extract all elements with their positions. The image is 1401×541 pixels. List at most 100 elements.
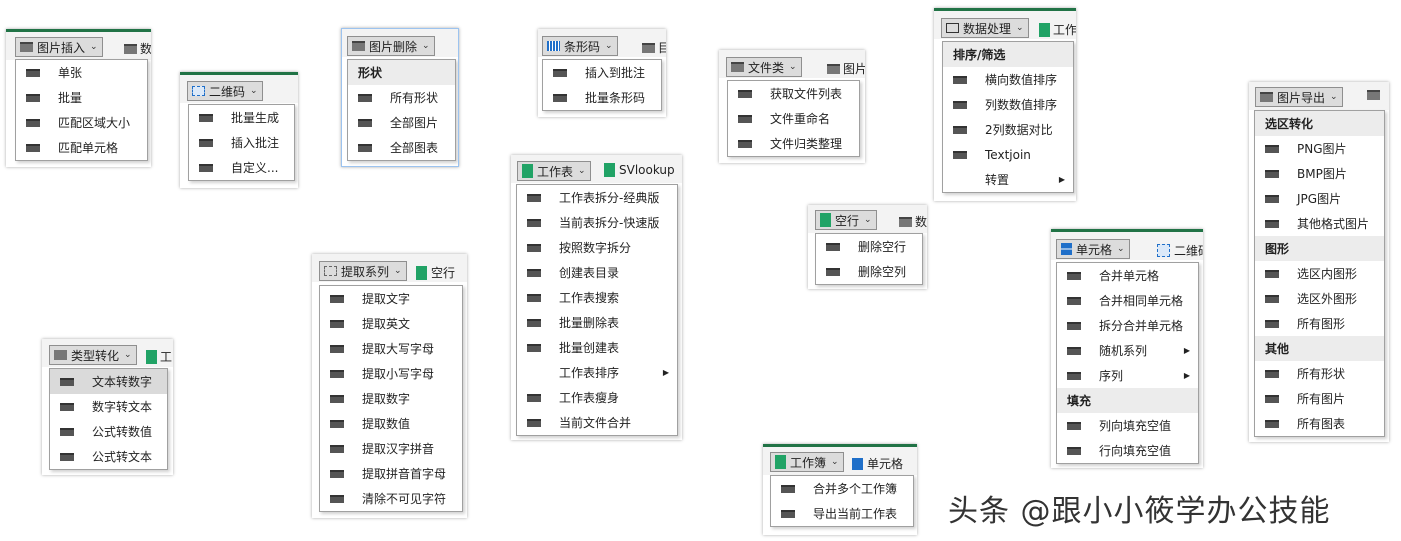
menu-item[interactable]: 所有图表	[1255, 411, 1384, 436]
chevron-down-icon: ⌄	[250, 86, 258, 96]
qrcode-button[interactable]: 二维码 ⌄	[187, 81, 263, 101]
menu-item[interactable]: 提取拼音首字母	[320, 461, 462, 486]
menu-item[interactable]: 创建表目录	[517, 260, 677, 285]
menu-item[interactable]: 提取小写字母	[320, 361, 462, 386]
menu-item[interactable]: 行向填充空值	[1057, 438, 1198, 463]
picture-export-button[interactable]: 图片导出 ⌄	[1255, 87, 1343, 107]
type-convert-panel: 类型转化 ⌄ 工 文本转数字 数字转文本 公式转数值 公式转文本	[42, 339, 173, 475]
menu-item[interactable]: 自定义...	[189, 155, 294, 180]
menu-item[interactable]: 清除不可见字符	[320, 486, 462, 511]
data-process-button[interactable]: 数据处理 ⌄	[941, 18, 1029, 38]
menu-item[interactable]: 批量创建表	[517, 335, 677, 360]
menu-item[interactable]: 工作表瘦身	[517, 385, 677, 410]
menu-item[interactable]: 提取英文	[320, 311, 462, 336]
barcode-menu: 插入到批注 批量条形码	[542, 59, 662, 111]
menu-item[interactable]: 数字转文本	[50, 394, 167, 419]
menu-item[interactable]: 提取数字	[320, 386, 462, 411]
menu-item[interactable]: 2列数据对比	[943, 117, 1073, 142]
menu-item[interactable]: 公式转数值	[50, 419, 167, 444]
workbook-button[interactable]: 工作簿 ⌄	[770, 452, 844, 472]
menu-item[interactable]: 所有形状	[1255, 361, 1384, 386]
menu-item[interactable]: 当前文件合并	[517, 410, 677, 435]
menu-item[interactable]: 列数数值排序	[943, 92, 1073, 117]
menu-item[interactable]: 批量	[16, 85, 147, 110]
menu-icon	[527, 343, 541, 352]
menu-item-submenu[interactable]: 工作表排序 ▶	[517, 360, 677, 385]
menu-item[interactable]: 全部图表	[348, 135, 455, 160]
cell-button[interactable]: 单元格 ⌄	[1056, 239, 1130, 259]
menu-item[interactable]: 匹配单元格	[16, 135, 147, 160]
menu-item[interactable]: 文本转数字	[50, 369, 167, 394]
menu-item[interactable]: 提取数值	[320, 411, 462, 436]
menu-item[interactable]: 插入批注	[189, 130, 294, 155]
menu-item-submenu[interactable]: 转置 ▶	[943, 167, 1073, 192]
picture-delete-panel: 图片删除 ⌄ 形状 所有形状 全部图片 全部图表	[341, 28, 459, 167]
menu-item[interactable]: BMP图片	[1255, 161, 1384, 186]
menu-item[interactable]: PNG图片	[1255, 136, 1384, 161]
menu-item[interactable]: 删除空列	[816, 259, 922, 284]
picture-insert-menu: 单张 批量 匹配区域大小 匹配单元格	[15, 59, 148, 161]
menu-item[interactable]: 工作表拆分-经典版	[517, 185, 677, 210]
menu-item[interactable]: 合并单元格	[1057, 263, 1198, 288]
menu-item[interactable]: 提取大写字母	[320, 336, 462, 361]
menu-item[interactable]: Textjoin	[943, 142, 1073, 167]
picture-icon	[352, 41, 365, 51]
menu-icon	[358, 118, 372, 127]
menu-item[interactable]: 提取文字	[320, 286, 462, 311]
menu-icon	[1265, 269, 1279, 278]
menu-item[interactable]: 删除空行	[816, 234, 922, 259]
menu-item[interactable]: 选区外图形	[1255, 286, 1384, 311]
menu-item[interactable]: JPG图片	[1255, 186, 1384, 211]
computer-icon	[946, 23, 959, 33]
menu-item[interactable]: 选区内图形	[1255, 261, 1384, 286]
menu-item[interactable]: 其他格式图片	[1255, 211, 1384, 236]
section-header: 填充	[1057, 388, 1198, 413]
menu-item[interactable]: 所有形状	[348, 85, 455, 110]
menu-item[interactable]: 插入到批注	[543, 60, 661, 85]
menu-item[interactable]: 列向填充空值	[1057, 413, 1198, 438]
menu-item-submenu[interactable]: 随机系列 ▶	[1057, 338, 1198, 363]
picture-insert-button[interactable]: 图片插入 ⌄	[15, 37, 103, 57]
menu-item[interactable]: 合并相同单元格	[1057, 288, 1198, 313]
menu-item[interactable]: 当前表拆分-快速版	[517, 210, 677, 235]
empty-row-panel: 空行 ⌄ 数 删除空行 删除空列	[808, 205, 927, 289]
menu-item-submenu[interactable]: 序列 ▶	[1057, 363, 1198, 388]
menu-item[interactable]: 批量条形码	[543, 85, 661, 110]
picture-icon	[20, 42, 33, 52]
barcode-panel: 条形码 ⌄ 目 插入到批注 批量条形码	[538, 29, 666, 117]
menu-icon	[60, 427, 74, 436]
menu-icon	[953, 150, 967, 159]
picture-icon	[1367, 90, 1380, 100]
file-type-button[interactable]: 文件类 ⌄	[726, 57, 802, 77]
menu-item[interactable]: 导出当前工作表	[771, 501, 913, 526]
menu-item[interactable]: 批量生成	[189, 105, 294, 130]
menu-icon	[553, 93, 567, 102]
menu-item[interactable]: 所有图片	[1255, 386, 1384, 411]
menu-item[interactable]: 批量删除表	[517, 310, 677, 335]
menu-item[interactable]: 工作表搜索	[517, 285, 677, 310]
menu-item[interactable]: 匹配区域大小	[16, 110, 147, 135]
worksheet-button[interactable]: 工作表 ⌄	[517, 161, 591, 181]
picture-export-menu: 选区转化 PNG图片 BMP图片 JPG图片 其他格式图片 图形 选区内图形 选…	[1254, 110, 1385, 437]
menu-icon	[1067, 446, 1081, 455]
menu-item[interactable]: 合并多个工作簿	[771, 476, 913, 501]
menu-item[interactable]: 拆分合并单元格	[1057, 313, 1198, 338]
type-convert-button[interactable]: 类型转化 ⌄	[49, 345, 137, 365]
menu-item[interactable]: 提取汉字拼音	[320, 436, 462, 461]
barcode-button[interactable]: 条形码 ⌄	[542, 36, 618, 56]
chevron-right-icon: ▶	[1183, 346, 1190, 355]
menu-item[interactable]: 所有图形	[1255, 311, 1384, 336]
menu-item[interactable]: 文件归类整理	[728, 131, 859, 156]
menu-item[interactable]: 按照数字拆分	[517, 235, 677, 260]
empty-row-button[interactable]: 空行 ⌄	[815, 210, 877, 230]
file-type-menu: 获取文件列表 文件重命名 文件归类整理	[727, 80, 860, 157]
menu-item[interactable]: 文件重命名	[728, 106, 859, 131]
picture-delete-button[interactable]: 图片删除 ⌄	[347, 36, 435, 56]
menu-item[interactable]: 单张	[16, 60, 147, 85]
menu-icon	[60, 377, 74, 386]
extract-button[interactable]: 提取系列 ⌄	[319, 261, 407, 281]
menu-item[interactable]: 获取文件列表	[728, 81, 859, 106]
menu-item[interactable]: 横向数值排序	[943, 67, 1073, 92]
menu-item[interactable]: 全部图片	[348, 110, 455, 135]
menu-item[interactable]: 公式转文本	[50, 444, 167, 469]
